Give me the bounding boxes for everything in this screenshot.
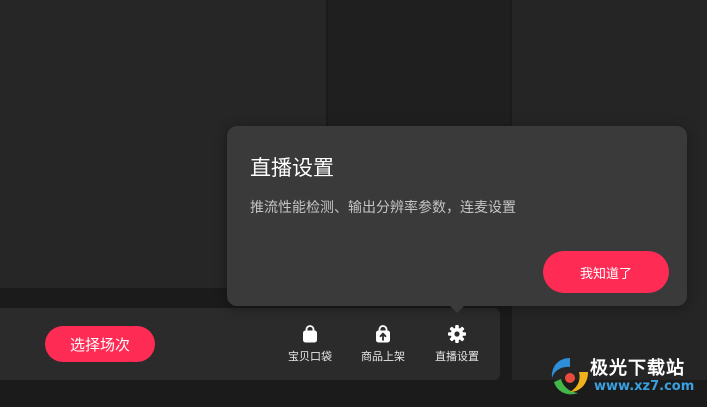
bag-icon <box>303 325 317 343</box>
tool-label: 宝贝口袋 <box>288 350 332 363</box>
tooltip-title: 直播设置 <box>250 156 334 180</box>
tooltip-description: 推流性能检测、输出分辨率参数，连麦设置 <box>250 200 516 216</box>
watermark: 极光下载站 www.xz7.com <box>548 352 703 402</box>
gear-icon <box>448 325 466 343</box>
tooltip-arrow <box>449 305 465 313</box>
watermark-url: www.xz7.com <box>594 379 695 394</box>
aurora-logo-icon <box>551 358 588 395</box>
tool-label: 直播设置 <box>435 350 479 363</box>
tool-label: 商品上架 <box>361 350 405 363</box>
tool-live-settings[interactable]: 直播设置 <box>425 324 489 368</box>
watermark-text: 极光下载站 <box>590 358 685 379</box>
select-session-button[interactable]: 选择场次 <box>45 326 155 362</box>
onboarding-tooltip: 直播设置 推流性能检测、输出分辨率参数，连麦设置 我知道了 <box>227 126 687 306</box>
tool-product-pocket[interactable]: 宝贝口袋 <box>278 324 342 368</box>
tool-product-listing[interactable]: 商品上架 <box>351 324 415 368</box>
upload-bag-icon <box>376 325 390 343</box>
got-it-button[interactable]: 我知道了 <box>543 251 669 293</box>
